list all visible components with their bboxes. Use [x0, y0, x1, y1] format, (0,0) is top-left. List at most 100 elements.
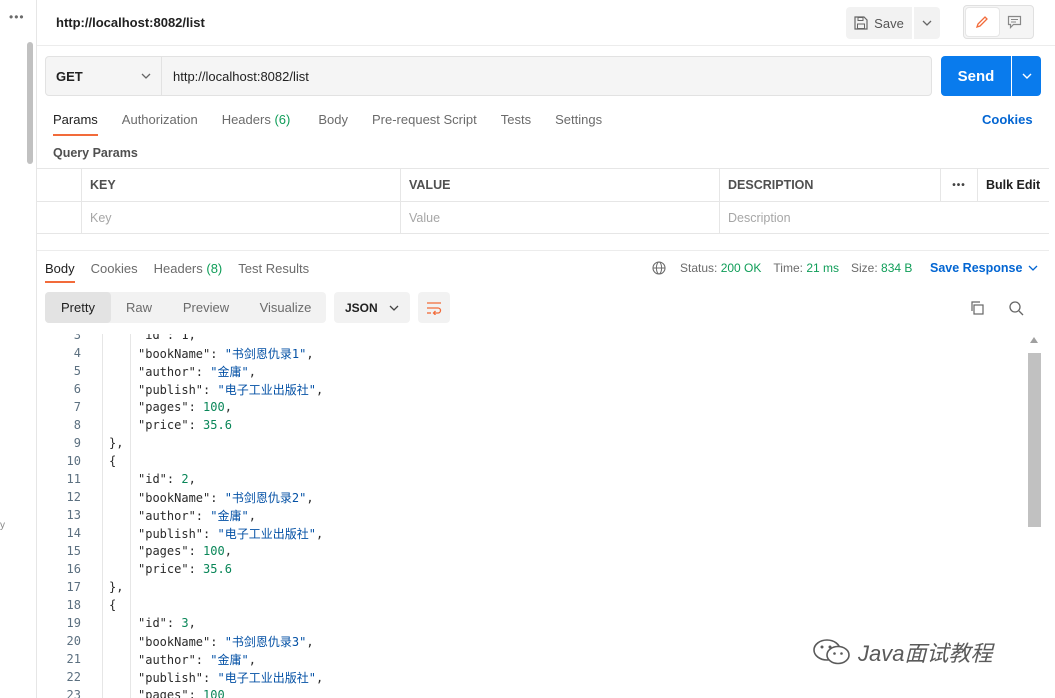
- comments-button[interactable]: [999, 8, 1032, 36]
- view-preview[interactable]: Preview: [167, 292, 245, 323]
- code-token: "电子工业出版社": [217, 670, 316, 685]
- code-token: "author": [138, 652, 196, 667]
- code-token: "author": [138, 364, 196, 379]
- view-pretty[interactable]: Pretty: [45, 292, 111, 323]
- url-input[interactable]: [162, 57, 931, 95]
- code-text: "publish": "电子工业出版社",: [138, 381, 323, 398]
- tab-body[interactable]: Body: [318, 112, 348, 136]
- description-column-header: DESCRIPTION: [720, 169, 941, 201]
- tab-label: Cookies: [90, 261, 138, 276]
- code-token: "bookName": [138, 490, 211, 505]
- editor-scrollbar-thumb[interactable]: [1028, 353, 1041, 527]
- line-number: 11: [66, 472, 81, 486]
- code-token: "pages": [138, 688, 189, 698]
- tab-authorization[interactable]: Authorization: [122, 112, 198, 136]
- bulk-edit-button[interactable]: Bulk Edit: [978, 169, 1049, 201]
- code-token: :: [195, 652, 211, 667]
- value-input[interactable]: Value: [401, 202, 720, 233]
- tab-count: (6): [274, 112, 291, 127]
- code-line: 20 "bookName": "书剑恩仇录3",: [37, 632, 314, 650]
- response-tabs: Body Cookies Headers (8) Test Results: [45, 261, 309, 283]
- more-horizontal-icon: •••: [952, 179, 966, 191]
- code-token: :: [166, 472, 182, 486]
- code-token: :: [166, 616, 182, 630]
- line-number: 21: [66, 652, 81, 666]
- tab-settings[interactable]: Settings: [555, 112, 602, 136]
- code-text: "id": 2,: [138, 472, 196, 486]
- copy-button[interactable]: [966, 297, 988, 319]
- code-text: "pages": 100,: [138, 544, 232, 558]
- row-checkbox[interactable]: [37, 202, 82, 233]
- save-response-button[interactable]: Save Response: [930, 261, 1038, 275]
- column-options-button[interactable]: •••: [941, 169, 978, 201]
- cookies-link[interactable]: Cookies: [982, 112, 1033, 127]
- response-divider[interactable]: [37, 250, 1049, 251]
- tab-label: Pre-request Script: [371, 112, 477, 127]
- description-input[interactable]: Description: [720, 202, 1049, 233]
- code-text: "pages": 100: [138, 688, 225, 698]
- code-line: 5 "author": "金庸",: [37, 362, 256, 380]
- code-line: 13 "author": "金庸",: [37, 506, 256, 524]
- size-value[interactable]: 834 B: [881, 261, 912, 275]
- send-options-button[interactable]: [1012, 56, 1041, 96]
- response-meta: Status: 200 OK Time: 21 ms Size: 834 B: [652, 261, 912, 275]
- key-input[interactable]: Key: [82, 202, 401, 233]
- code-token: :: [188, 562, 204, 576]
- line-number: 12: [66, 490, 81, 504]
- code-token: ,: [306, 346, 314, 361]
- code-line: 11 "id": 2,: [37, 470, 196, 488]
- format-select[interactable]: JSON: [334, 292, 410, 323]
- line-number: 7: [73, 400, 81, 414]
- response-tab-test-results[interactable]: Test Results: [238, 261, 309, 283]
- code-line: 6 "publish": "电子工业出版社",: [37, 380, 323, 398]
- time-value[interactable]: 21 ms: [806, 261, 839, 275]
- edit-mode-button[interactable]: [966, 8, 999, 36]
- code-line: 17},: [37, 578, 124, 596]
- save-button-group: Save: [846, 7, 940, 39]
- scroll-up-arrow-icon[interactable]: [1030, 337, 1038, 343]
- code-token: "id": [138, 616, 167, 630]
- code-token: {: [109, 454, 117, 468]
- view-raw[interactable]: Raw: [111, 292, 167, 323]
- code-token: "price": [138, 418, 189, 432]
- save-button[interactable]: Save: [846, 7, 912, 39]
- code-token: "publish": [138, 526, 204, 541]
- response-tab-body[interactable]: Body: [45, 261, 75, 283]
- send-button-group: Send: [941, 56, 1041, 96]
- code-token: 100: [203, 688, 225, 698]
- tab-params[interactable]: Params: [53, 112, 98, 136]
- globe-icon[interactable]: [652, 261, 666, 275]
- tab-label: Body: [45, 261, 75, 276]
- code-line: 16 "price": 35.6: [37, 560, 232, 578]
- tab-label: Authorization: [121, 112, 198, 127]
- code-line: 9},: [37, 434, 124, 452]
- code-text: "price": 35.6: [138, 562, 232, 576]
- line-number: 9: [73, 436, 81, 450]
- code-token: ,: [188, 616, 196, 630]
- tab-label: Headers: [221, 112, 271, 127]
- sidebar-scrollbar[interactable]: [27, 42, 33, 164]
- send-button[interactable]: Send: [941, 56, 1011, 96]
- code-text: },: [109, 436, 123, 450]
- code-text: "bookName": "书剑恩仇录1",: [138, 345, 314, 362]
- response-tab-cookies[interactable]: Cookies: [91, 261, 138, 283]
- code-token: "pages": [138, 544, 189, 558]
- code-line: 4 "bookName": "书剑恩仇录1",: [37, 344, 314, 362]
- wrap-lines-button[interactable]: [418, 292, 450, 323]
- line-number: 8: [73, 418, 81, 432]
- code-text: {: [109, 598, 116, 612]
- response-tab-headers[interactable]: Headers (8): [154, 261, 223, 283]
- code-token: :: [203, 382, 218, 397]
- method-select[interactable]: GET: [46, 57, 162, 95]
- save-options-button[interactable]: [914, 7, 940, 39]
- view-visualize[interactable]: Visualize: [245, 292, 326, 323]
- code-token: "pages": [138, 400, 189, 414]
- tab-tests[interactable]: Tests: [501, 112, 531, 136]
- status-value[interactable]: 200 OK: [721, 261, 762, 275]
- more-horizontal-icon[interactable]: •••: [9, 10, 25, 24]
- tab-headers[interactable]: Headers (6): [222, 112, 291, 136]
- tab-pre-request-script[interactable]: Pre-request Script: [372, 112, 477, 136]
- left-sidebar: ••• y: [0, 0, 37, 698]
- search-button[interactable]: [1005, 297, 1027, 319]
- code-token: },: [109, 436, 124, 450]
